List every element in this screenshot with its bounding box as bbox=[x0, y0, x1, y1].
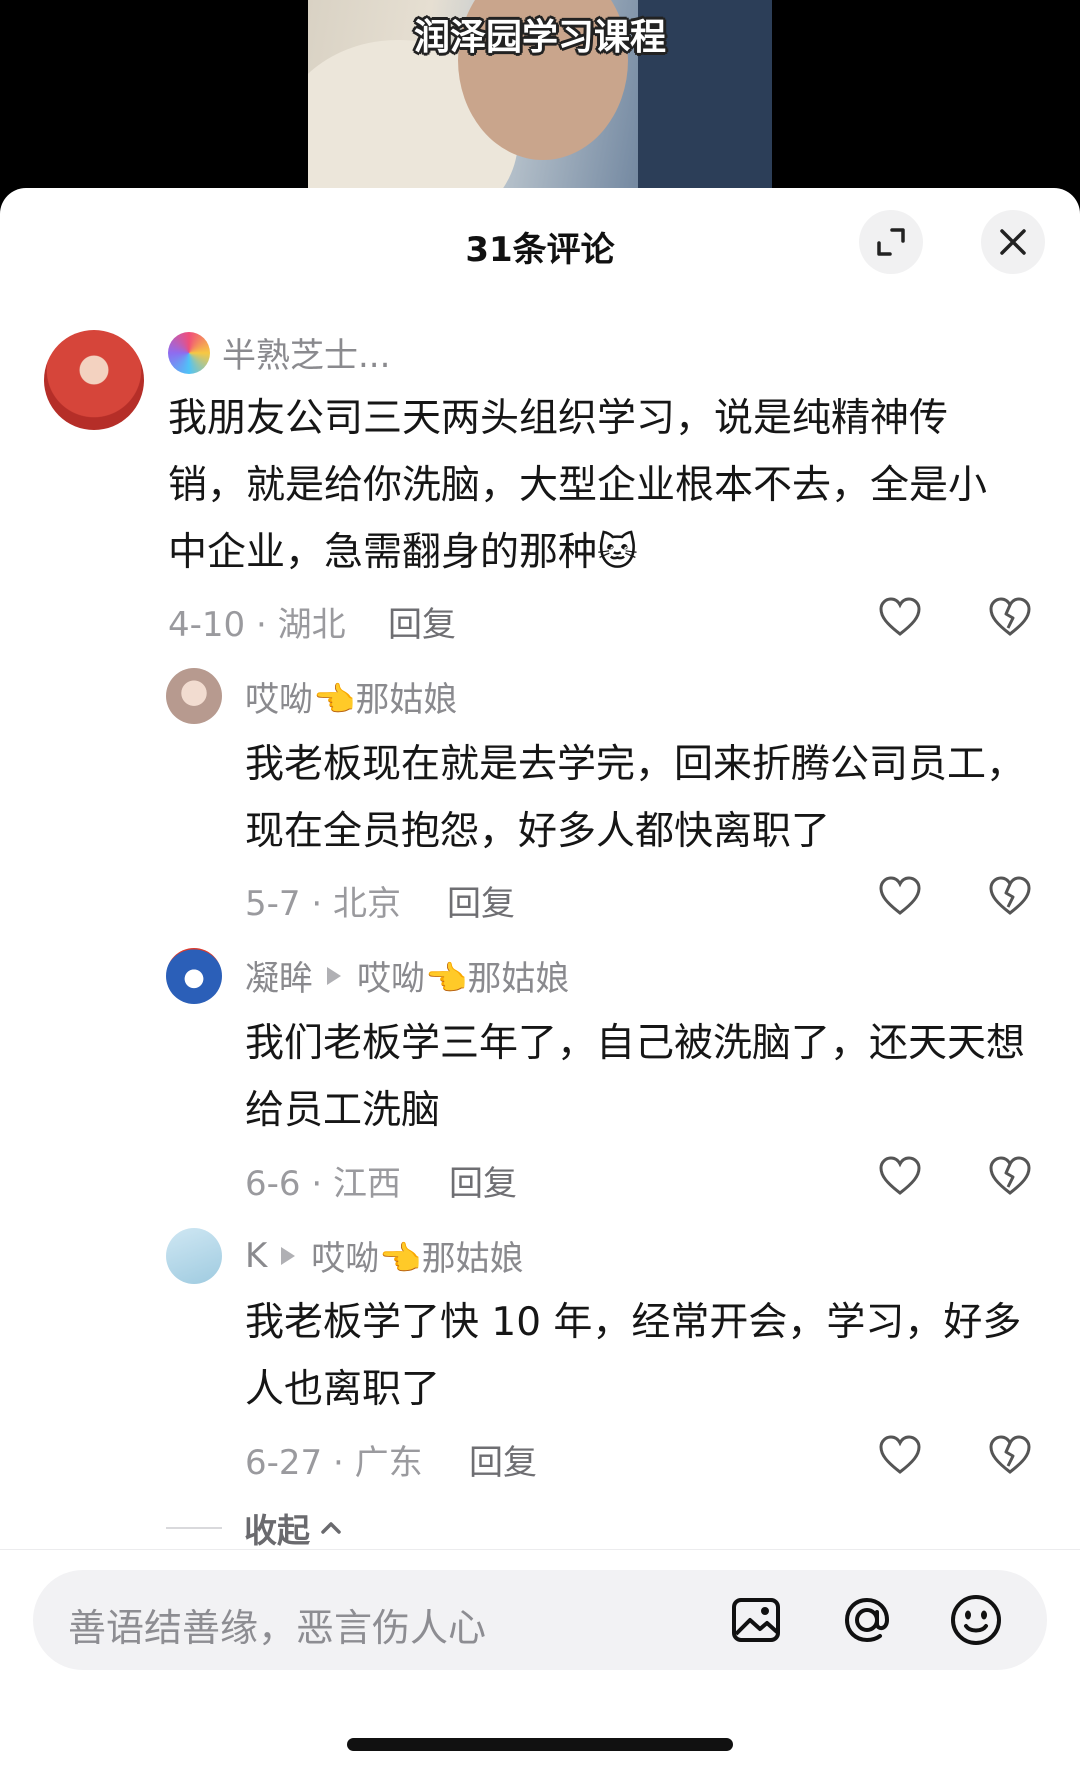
reply-username[interactable]: K 哎呦👈那姑娘 bbox=[245, 1231, 524, 1280]
reply-button[interactable]: 回复 bbox=[388, 597, 456, 646]
expand-icon bbox=[877, 228, 905, 256]
avatar[interactable] bbox=[44, 330, 144, 430]
avatar[interactable] bbox=[166, 1228, 222, 1284]
chevron-up-icon bbox=[321, 1522, 341, 1534]
at-icon bbox=[844, 1597, 890, 1643]
emoji-icon bbox=[951, 1595, 1001, 1645]
collapse-divider-line bbox=[166, 1527, 222, 1529]
reply-arrow-icon bbox=[281, 1246, 296, 1265]
broken-heart-icon[interactable] bbox=[987, 594, 1033, 640]
emoji-button[interactable] bbox=[946, 1590, 1006, 1650]
reply-username[interactable]: 哎呦👈那姑娘 bbox=[245, 672, 457, 721]
comment-username[interactable]: 半熟芝士... bbox=[168, 328, 390, 377]
comments-sheet: 31条评论 半熟芝士... 我朋友公司三天两头组织学习，说是纯精神传销，就是给你… bbox=[0, 188, 1080, 1777]
heart-icon[interactable] bbox=[877, 873, 923, 919]
heart-icon[interactable] bbox=[877, 1153, 923, 1199]
reply-button[interactable]: 回复 bbox=[469, 1435, 537, 1484]
reply-text: 我老板学了快 10 年，经常开会，学习，好多人也离职了 bbox=[245, 1300, 1022, 1412]
username-text: 凝眸 bbox=[245, 959, 313, 999]
reply-meta: 5-7 · 北京 bbox=[245, 884, 401, 924]
video-player[interactable]: 润泽园学习课程 bbox=[308, 0, 772, 190]
mention-button[interactable] bbox=[837, 1590, 897, 1650]
image-icon bbox=[732, 1598, 780, 1642]
username-text: 半熟芝士... bbox=[222, 336, 391, 376]
reply-meta: 6-6 · 江西 bbox=[245, 1164, 401, 1204]
reply-arrow-icon bbox=[327, 966, 341, 985]
broken-heart-icon[interactable] bbox=[987, 873, 1033, 919]
avatar[interactable] bbox=[166, 668, 222, 724]
home-indicator[interactable] bbox=[347, 1738, 733, 1751]
image-button[interactable] bbox=[726, 1590, 786, 1650]
comment-text: 我朋友公司三天两头组织学习，说是纯精神传销，就是给你洗脑，大型企业根本不去，全是… bbox=[168, 396, 988, 575]
broken-heart-icon[interactable] bbox=[987, 1153, 1033, 1199]
reply-text: 我们老板学三年了，自己被洗脑了，还天天想给员工洗脑 bbox=[245, 1021, 1026, 1133]
comment-input[interactable]: 善语结善缘，恶言伤人心 bbox=[33, 1570, 1047, 1670]
broken-heart-icon[interactable] bbox=[987, 1432, 1033, 1478]
comment-input-placeholder: 善语结善缘，恶言伤人心 bbox=[68, 1606, 487, 1650]
reply-username[interactable]: 凝眸 哎呦👈那姑娘 bbox=[245, 951, 569, 1000]
expand-button[interactable] bbox=[859, 210, 923, 274]
avatar[interactable] bbox=[166, 948, 222, 1004]
heart-icon[interactable] bbox=[877, 594, 923, 640]
username-text: K bbox=[245, 1235, 268, 1276]
video-caption: 润泽园学习课程 bbox=[413, 17, 666, 58]
collapse-label: 收起 bbox=[244, 1511, 310, 1550]
reply-text: 我老板现在就是去学完，回来折腾公司员工，现在全员抱怨，好多人都快离职了 bbox=[245, 742, 1026, 854]
close-button[interactable] bbox=[981, 210, 1045, 274]
reply-to-username[interactable]: 哎呦👈那姑娘 bbox=[311, 1231, 523, 1280]
collapse-replies-button[interactable]: 收起 bbox=[166, 1504, 344, 1552]
reply-button[interactable]: 回复 bbox=[449, 1156, 517, 1205]
reply-button[interactable]: 回复 bbox=[447, 876, 515, 925]
reply-meta: 6-27 · 广东 bbox=[245, 1443, 423, 1483]
comment-meta: 4-10 · 湖北 bbox=[168, 605, 346, 645]
heart-icon[interactable] bbox=[877, 1432, 923, 1478]
close-icon bbox=[1000, 229, 1026, 255]
reply-to-username[interactable]: 哎呦👈那姑娘 bbox=[357, 951, 569, 1000]
input-divider bbox=[0, 1549, 1080, 1550]
lollipop-icon bbox=[168, 331, 210, 374]
